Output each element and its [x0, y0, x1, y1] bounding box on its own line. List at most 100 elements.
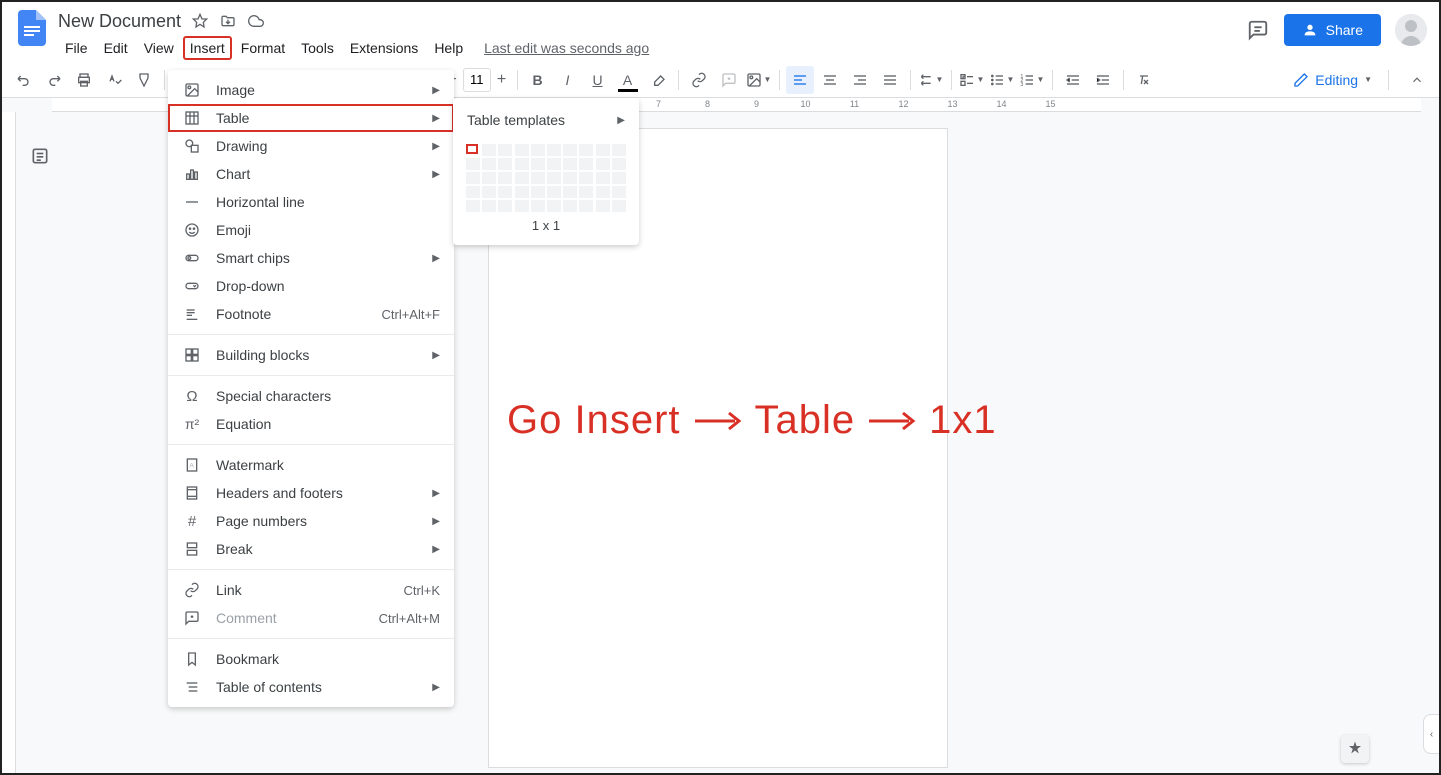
- highlight-button[interactable]: [644, 66, 672, 94]
- menu-item-smart-chips[interactable]: Smart chips▶: [168, 244, 454, 272]
- menu-item-building-blocks[interactable]: Building blocks▶: [168, 341, 454, 369]
- font-size-increase[interactable]: +: [493, 68, 511, 92]
- table-grid-cell[interactable]: [515, 200, 529, 212]
- table-grid-cell[interactable]: [612, 200, 626, 212]
- undo-button[interactable]: [10, 66, 38, 94]
- table-grid-cell[interactable]: [612, 144, 626, 156]
- menu-view[interactable]: View: [137, 36, 181, 60]
- table-size-grid[interactable]: [466, 144, 626, 212]
- table-grid-cell[interactable]: [482, 158, 496, 170]
- user-avatar[interactable]: [1395, 14, 1427, 46]
- table-grid-cell[interactable]: [612, 158, 626, 170]
- table-grid-cell[interactable]: [515, 144, 529, 156]
- menu-item-special-characters[interactable]: ΩSpecial characters: [168, 382, 454, 410]
- increase-indent-button[interactable]: [1089, 66, 1117, 94]
- table-grid-cell[interactable]: [596, 186, 610, 198]
- menu-item-break[interactable]: Break▶: [168, 535, 454, 563]
- underline-button[interactable]: U: [584, 66, 612, 94]
- table-grid-cell[interactable]: [531, 158, 545, 170]
- table-grid-cell[interactable]: [466, 172, 480, 184]
- table-grid-cell[interactable]: [515, 172, 529, 184]
- table-grid-cell[interactable]: [531, 186, 545, 198]
- table-grid-cell[interactable]: [498, 200, 512, 212]
- redo-button[interactable]: [40, 66, 68, 94]
- table-grid-cell[interactable]: [482, 144, 496, 156]
- vertical-ruler[interactable]: [2, 112, 16, 773]
- menu-item-table-of-contents[interactable]: Table of contents▶: [168, 673, 454, 701]
- menu-item-chart[interactable]: Chart▶: [168, 160, 454, 188]
- table-grid-cell[interactable]: [531, 200, 545, 212]
- table-grid-cell[interactable]: [579, 144, 593, 156]
- table-grid-cell[interactable]: [596, 200, 610, 212]
- table-grid-cell[interactable]: [596, 158, 610, 170]
- table-grid-cell[interactable]: [547, 144, 561, 156]
- decrease-indent-button[interactable]: [1059, 66, 1087, 94]
- menu-item-table[interactable]: Table▶: [168, 104, 454, 132]
- menu-tools[interactable]: Tools: [294, 36, 341, 60]
- menu-item-drawing[interactable]: Drawing▶: [168, 132, 454, 160]
- table-grid-cell[interactable]: [563, 172, 577, 184]
- italic-button[interactable]: I: [554, 66, 582, 94]
- menu-insert[interactable]: Insert: [183, 36, 232, 60]
- spellcheck-button[interactable]: [100, 66, 128, 94]
- table-grid-cell[interactable]: [547, 172, 561, 184]
- text-color-button[interactable]: A: [614, 66, 642, 94]
- table-grid-cell[interactable]: [482, 200, 496, 212]
- menu-item-watermark[interactable]: AWatermark: [168, 451, 454, 479]
- menu-item-horizontal-line[interactable]: Horizontal line: [168, 188, 454, 216]
- menu-file[interactable]: File: [58, 36, 95, 60]
- menu-item-page-numbers[interactable]: #Page numbers▶: [168, 507, 454, 535]
- table-grid-cell[interactable]: [515, 158, 529, 170]
- table-grid-cell[interactable]: [466, 144, 478, 154]
- table-grid-cell[interactable]: [579, 200, 593, 212]
- menu-item-equation[interactable]: π²Equation: [168, 410, 454, 438]
- menu-item-footnote[interactable]: FootnoteCtrl+Alt+F: [168, 300, 454, 328]
- table-grid-cell[interactable]: [482, 186, 496, 198]
- menu-item-headers-and-footers[interactable]: Headers and footers▶: [168, 479, 454, 507]
- move-icon[interactable]: [219, 12, 237, 30]
- table-grid-cell[interactable]: [612, 186, 626, 198]
- menu-item-link[interactable]: LinkCtrl+K: [168, 576, 454, 604]
- paint-format-button[interactable]: [130, 66, 158, 94]
- comment-button[interactable]: [715, 66, 743, 94]
- table-grid-cell[interactable]: [612, 172, 626, 184]
- clear-format-button[interactable]: [1130, 66, 1158, 94]
- table-grid-cell[interactable]: [498, 144, 512, 156]
- table-grid-cell[interactable]: [531, 144, 545, 156]
- line-spacing-button[interactable]: ▼: [917, 66, 945, 94]
- explore-button[interactable]: [1341, 735, 1369, 763]
- table-grid-cell[interactable]: [547, 158, 561, 170]
- print-button[interactable]: [70, 66, 98, 94]
- document-title[interactable]: New Document: [58, 11, 181, 32]
- menu-format[interactable]: Format: [234, 36, 292, 60]
- align-left-button[interactable]: [786, 66, 814, 94]
- bullet-list-button[interactable]: ▼: [988, 66, 1016, 94]
- table-grid-cell[interactable]: [531, 172, 545, 184]
- table-grid-cell[interactable]: [466, 200, 480, 212]
- table-grid-cell[interactable]: [563, 186, 577, 198]
- last-edit-link[interactable]: Last edit was seconds ago: [484, 36, 649, 60]
- collapse-toolbar-button[interactable]: [1403, 66, 1431, 94]
- menu-item-emoji[interactable]: Emoji: [168, 216, 454, 244]
- table-templates-item[interactable]: Table templates ▶: [453, 106, 639, 134]
- comments-icon[interactable]: [1246, 18, 1270, 42]
- menu-item-drop-down[interactable]: Drop-down: [168, 272, 454, 300]
- star-icon[interactable]: [191, 12, 209, 30]
- align-justify-button[interactable]: [876, 66, 904, 94]
- numbered-list-button[interactable]: 123▼: [1018, 66, 1046, 94]
- table-grid-cell[interactable]: [563, 200, 577, 212]
- cloud-icon[interactable]: [247, 12, 265, 30]
- share-button[interactable]: Share: [1284, 14, 1381, 46]
- side-panel-toggle[interactable]: ‹: [1423, 714, 1439, 754]
- align-center-button[interactable]: [816, 66, 844, 94]
- outline-toggle-button[interactable]: [26, 142, 54, 170]
- menu-extensions[interactable]: Extensions: [343, 36, 425, 60]
- menu-item-image[interactable]: Image▶: [168, 76, 454, 104]
- menu-help[interactable]: Help: [427, 36, 470, 60]
- table-grid-cell[interactable]: [579, 172, 593, 184]
- table-grid-cell[interactable]: [579, 186, 593, 198]
- table-grid-cell[interactable]: [547, 186, 561, 198]
- align-right-button[interactable]: [846, 66, 874, 94]
- menu-edit[interactable]: Edit: [97, 36, 135, 60]
- menu-item-bookmark[interactable]: Bookmark: [168, 645, 454, 673]
